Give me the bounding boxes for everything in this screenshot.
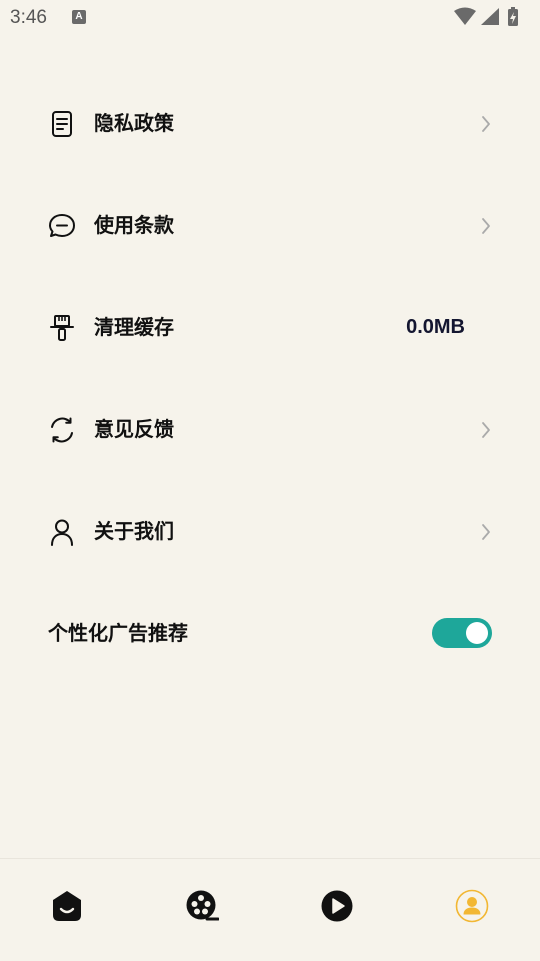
menu-item-label: 使用条款: [94, 213, 174, 237]
battery-icon: [508, 7, 518, 26]
status-time: 3:46: [10, 7, 47, 28]
chat-bubble-icon: [49, 214, 75, 237]
document-icon: [52, 111, 72, 137]
menu-item-clear-cache[interactable]: 清理缓存 0.0MB: [0, 276, 540, 378]
status-bar: 3:46 A: [0, 0, 540, 36]
refresh-icon: [51, 417, 73, 443]
signal-icon: [481, 8, 499, 25]
settings-menu: 隐私政策 使用条款 清理缓存 0.0MB 意见反馈 关于我们: [0, 72, 540, 582]
personalized-ad-toggle[interactable]: [432, 618, 492, 648]
menu-item-terms-of-use[interactable]: 使用条款: [0, 174, 540, 276]
chevron-right-icon: [482, 422, 490, 438]
play-icon[interactable]: [320, 889, 354, 923]
toggle-knob: [466, 622, 488, 644]
status-icons: [454, 7, 518, 26]
personalized-ad-label: 个性化广告推荐: [48, 621, 188, 645]
home-face-icon[interactable]: [50, 889, 84, 923]
bottom-nav: [0, 858, 540, 961]
film-reel-icon[interactable]: [185, 889, 219, 923]
person-icon: [51, 519, 73, 546]
menu-item-feedback[interactable]: 意见反馈: [0, 378, 540, 480]
chevron-right-icon: [482, 524, 490, 540]
menu-item-label: 清理缓存: [94, 315, 174, 339]
chevron-right-icon: [482, 116, 490, 132]
menu-item-label: 关于我们: [94, 519, 174, 543]
wifi-icon: [454, 7, 476, 25]
brush-icon: [50, 315, 74, 341]
notification-badge: A: [72, 10, 86, 24]
cache-size-value: 0.0MB: [406, 316, 465, 338]
menu-item-label: 意见反馈: [94, 417, 174, 441]
menu-item-label: 隐私政策: [94, 111, 174, 135]
profile-icon[interactable]: [455, 889, 489, 923]
menu-item-about-us[interactable]: 关于我们: [0, 480, 540, 582]
menu-item-privacy-policy[interactable]: 隐私政策: [0, 72, 540, 174]
chevron-right-icon: [482, 218, 490, 234]
personalized-ad-row: 个性化广告推荐: [0, 600, 540, 666]
